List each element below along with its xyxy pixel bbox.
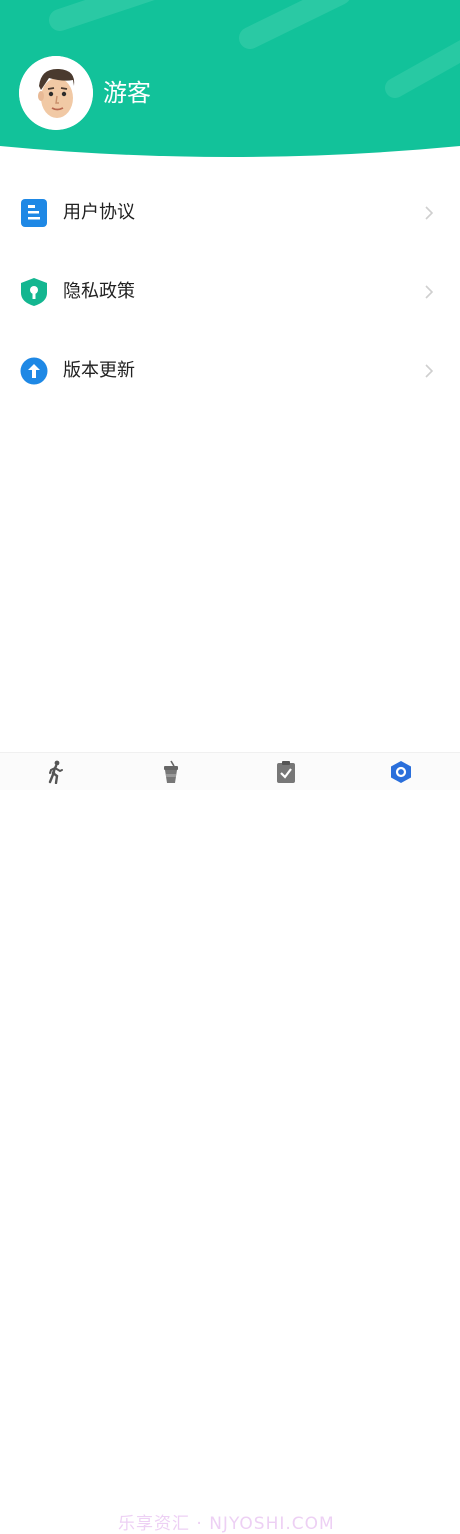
menu-item-version-update[interactable]: 版本更新 xyxy=(0,332,460,411)
bottom-nav: 乐享资汇 · NJYOSHI.COM xyxy=(0,752,460,1534)
tab-drink[interactable] xyxy=(146,753,196,790)
menu-item-label: 用户协议 xyxy=(63,202,135,223)
avatar[interactable] xyxy=(19,56,93,130)
menu-item-label: 隐私政策 xyxy=(63,281,135,302)
document-icon xyxy=(21,199,47,227)
chevron-right-icon xyxy=(425,364,434,378)
arrow-up-circle-icon xyxy=(20,357,48,385)
username: 游客 xyxy=(103,79,151,107)
watermark-text: 乐享资汇 · NJYOSHI.COM xyxy=(118,1514,335,1534)
chevron-right-icon xyxy=(425,285,434,299)
tab-exercise[interactable] xyxy=(31,753,81,790)
drink-cup-icon xyxy=(164,760,178,783)
tab-settings[interactable] xyxy=(376,753,426,790)
profile-header: 游客 xyxy=(0,0,460,160)
menu-item-label: 版本更新 xyxy=(63,360,135,381)
settings-menu: 用户协议 隐私政策 版本更新 xyxy=(0,174,460,411)
chevron-right-icon xyxy=(425,206,434,220)
tab-checklist[interactable] xyxy=(261,753,311,790)
avatar-face-icon xyxy=(19,56,93,130)
settings-hexagon-icon xyxy=(391,761,411,783)
menu-item-user-agreement[interactable]: 用户协议 xyxy=(0,174,460,253)
walking-person-icon xyxy=(48,760,63,784)
menu-item-privacy-policy[interactable]: 隐私政策 xyxy=(0,253,460,332)
shield-icon xyxy=(21,278,47,306)
checklist-icon xyxy=(277,761,295,783)
